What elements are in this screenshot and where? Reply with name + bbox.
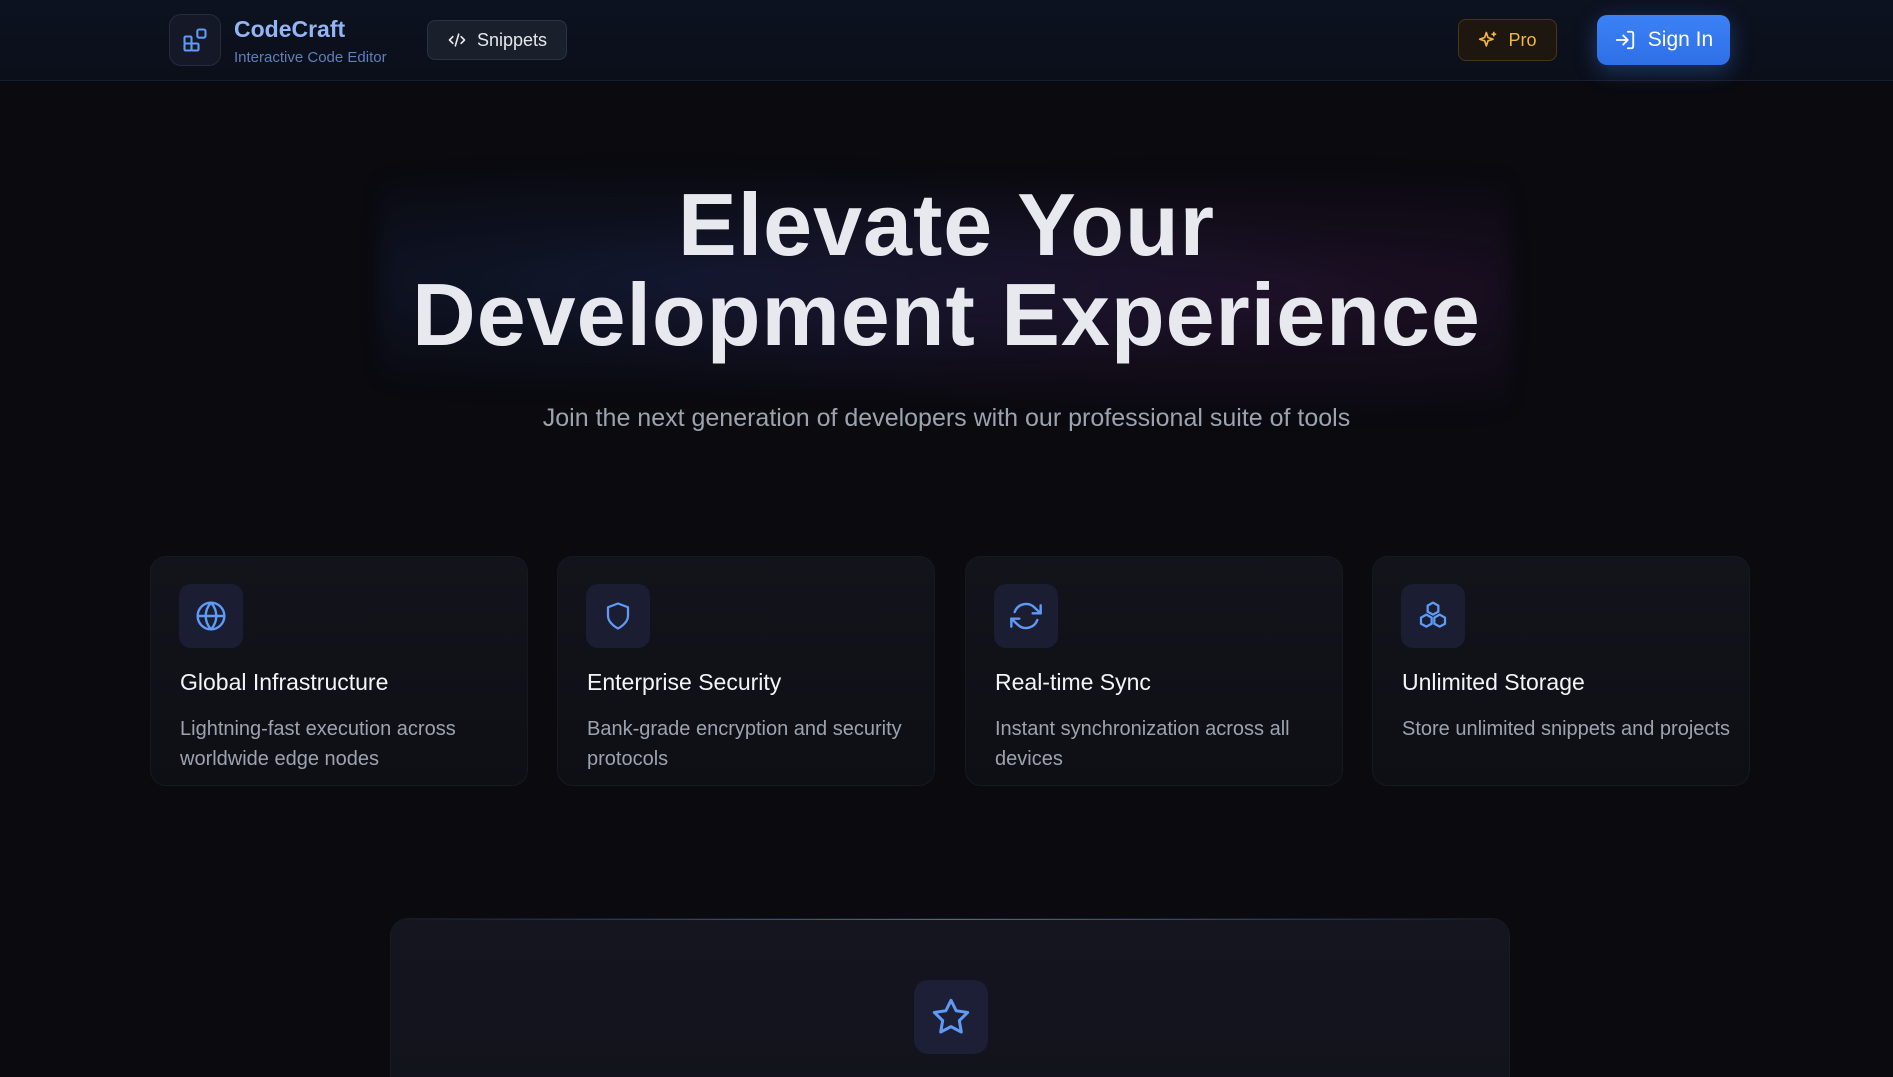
sign-in-label: Sign In — [1647, 28, 1714, 51]
sign-in-button[interactable]: Sign In — [1597, 15, 1730, 65]
pro-button[interactable]: Pro — [1458, 19, 1557, 61]
feature-card-unlimited-storage: Unlimited Storage Store unlimited snippe… — [1372, 556, 1750, 786]
hero-title-line-2: Development Experience — [412, 265, 1481, 364]
feature-icon-container — [586, 584, 650, 648]
feature-title: Global Infrastructure — [180, 669, 389, 695]
log-in-icon — [1615, 30, 1634, 50]
top-navigation-bar: CodeCraft Interactive Code Editor Snippe… — [0, 0, 1893, 81]
feature-icon-container — [179, 584, 243, 648]
feature-title: Real-time Sync — [995, 669, 1151, 695]
logo[interactable] — [169, 14, 221, 66]
panel-icon-container — [914, 980, 988, 1054]
pricing-panel — [390, 918, 1510, 1077]
feature-title: Unlimited Storage — [1402, 669, 1585, 695]
feature-icon-container — [1401, 584, 1465, 648]
sparkles-icon — [1479, 31, 1497, 47]
feature-title: Enterprise Security — [587, 669, 782, 695]
blocks-icon — [183, 28, 207, 52]
feature-description: Store unlimited snippets and projects — [1402, 718, 1730, 740]
boxes-icon — [1419, 601, 1447, 628]
feature-icon-container — [994, 584, 1058, 648]
globe-icon — [196, 601, 226, 631]
feature-card-enterprise-security: Enterprise Security Bank-grade encryptio… — [557, 556, 935, 786]
refresh-icon — [1010, 602, 1042, 630]
feature-card-global-infrastructure: Global Infrastructure Lightning-fast exe… — [150, 556, 528, 786]
feature-description: Instant synchronization across all devic… — [995, 718, 1290, 770]
page: CodeCraft Interactive Code Editor Snippe… — [0, 0, 1893, 1077]
snippets-button[interactable]: Snippets — [427, 20, 567, 60]
snippets-label: Snippets — [476, 29, 548, 50]
hero-title-line-1: Elevate Your — [678, 175, 1215, 274]
code-icon — [448, 33, 466, 47]
feature-description: Lightning-fast execution across worldwid… — [180, 718, 456, 770]
panel-accent-line — [391, 919, 1509, 920]
shield-icon — [606, 602, 630, 630]
star-icon — [932, 998, 970, 1034]
feature-description: Bank-grade encryption and security proto… — [587, 718, 902, 770]
feature-card-real-time-sync: Real-time Sync Instant synchronization a… — [965, 556, 1343, 786]
hero-title: Elevate Your Development Experience — [0, 180, 1893, 360]
pro-label: Pro — [1508, 29, 1537, 50]
brand-name: CodeCraft — [234, 16, 346, 42]
hero-subtitle: Join the next generation of developers w… — [542, 404, 1351, 432]
brand-subtitle: Interactive Code Editor — [234, 49, 387, 66]
